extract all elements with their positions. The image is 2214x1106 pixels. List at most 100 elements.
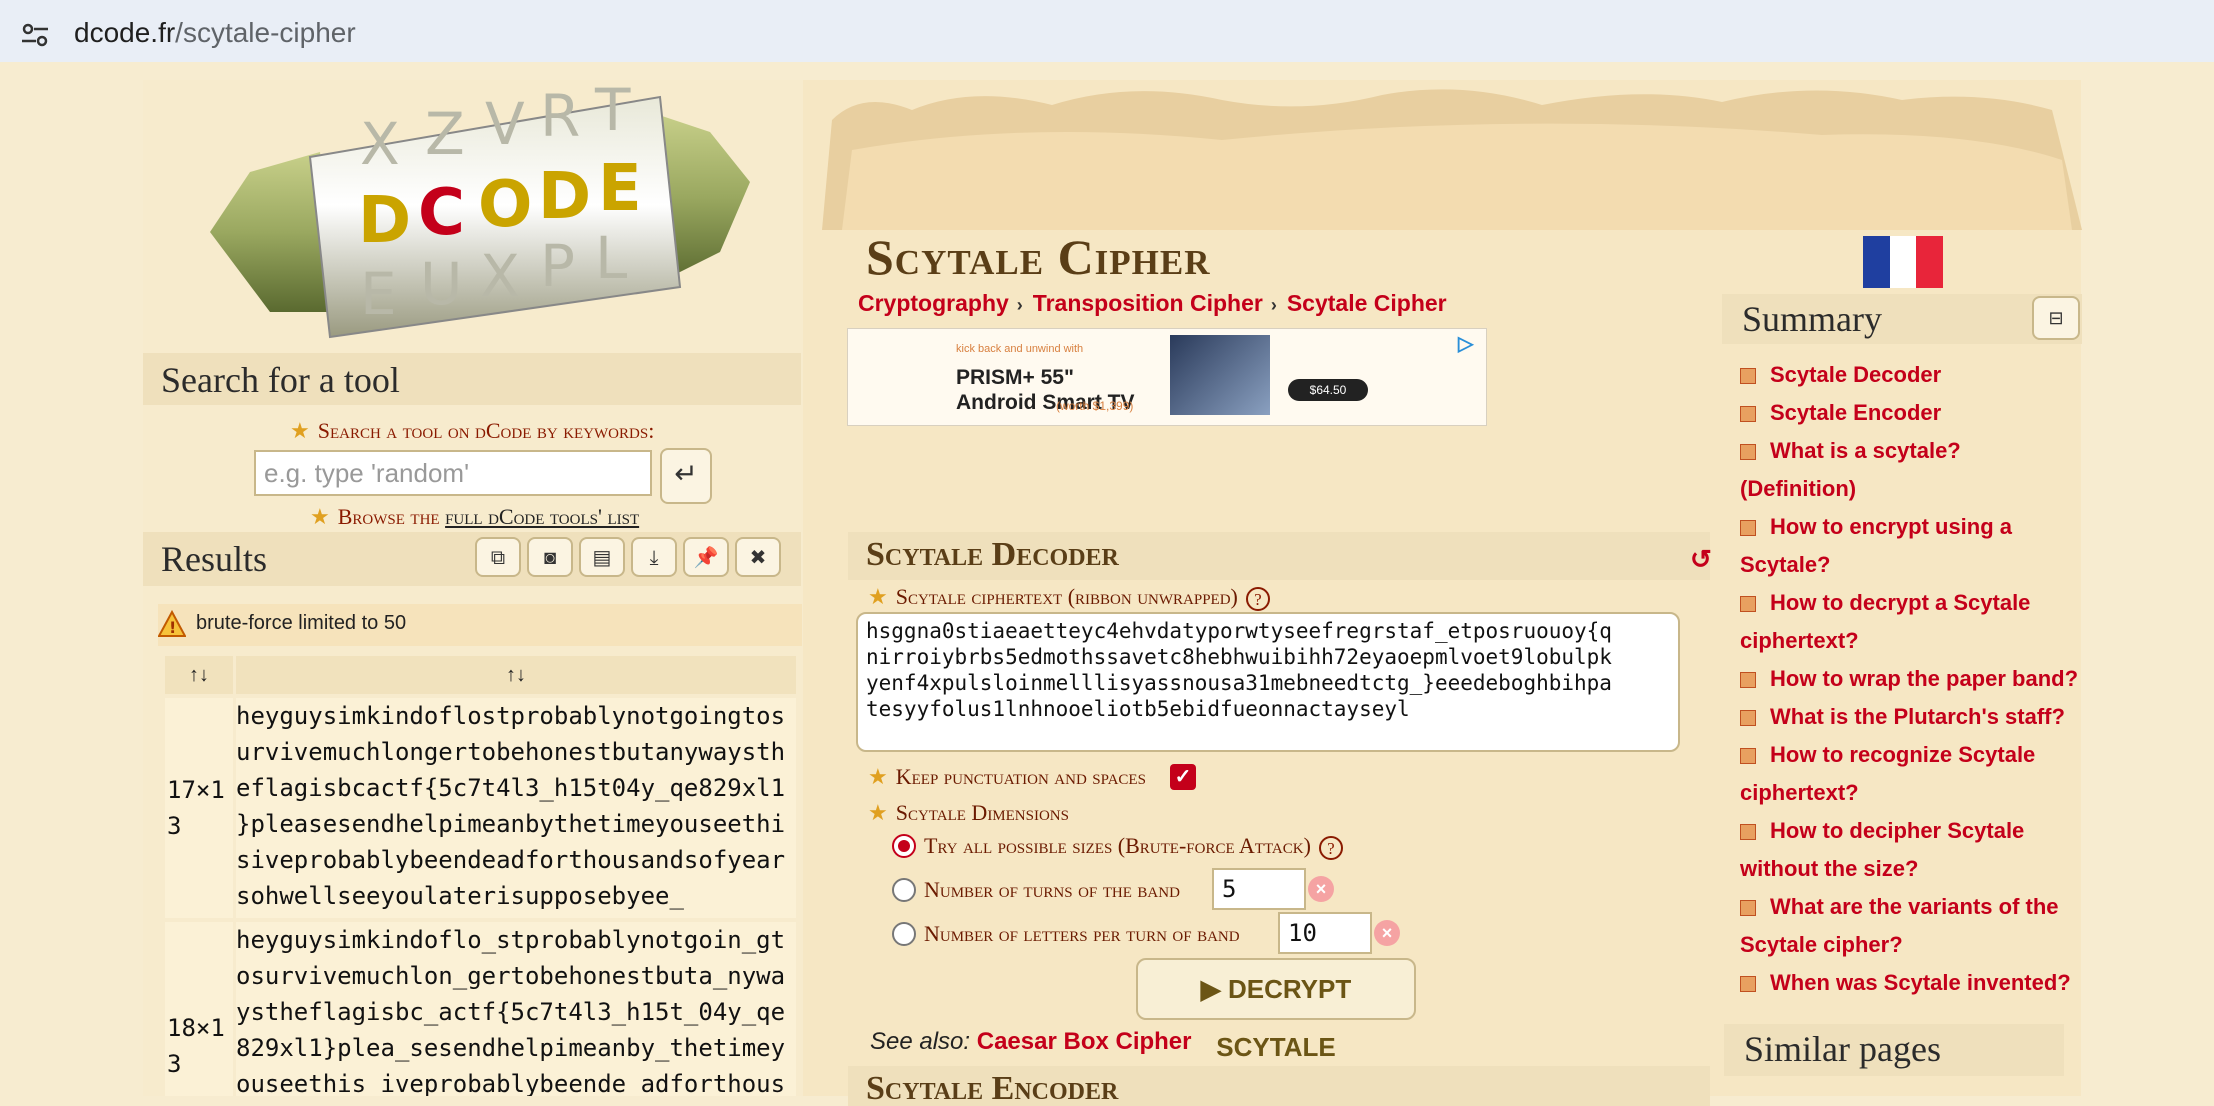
summary-link[interactable]: Scytale Decoder: [1740, 356, 2080, 394]
help-icon[interactable]: ?: [1245, 586, 1270, 611]
summary-link[interactable]: How to recognize Scytale ciphertext?: [1740, 736, 2080, 812]
letters-radio[interactable]: [892, 922, 916, 946]
bullet-icon: [1740, 596, 1756, 613]
star-icon: ★: [868, 764, 888, 789]
result-text[interactable]: heyguysimkindoflostprobablynotgoingtos u…: [236, 698, 796, 918]
keep-punct-label: ★ Keep punctuation and spaces: [868, 764, 1146, 790]
search-submit-button[interactable]: ↵: [660, 448, 712, 504]
ciphertext-label: ★ Scytale ciphertext (ribbon unwrapped)?: [868, 584, 1270, 611]
similar-heading: Similar pages: [1744, 1029, 1941, 1069]
breadcrumb-cryptography[interactable]: Cryptography: [858, 290, 1009, 316]
parchment-decoration: [822, 89, 2082, 230]
browse-prefix: Browse the: [337, 504, 440, 529]
close-results-button[interactable]: ✖: [735, 537, 781, 577]
sort-size-header[interactable]: ↑↓: [165, 656, 233, 694]
browse-tools: ★ Browse the full dCode tools' list: [310, 504, 639, 530]
ciphertext-input[interactable]: hsggna0stiaeaetteyc4ehvdatyporwtyseefreg…: [856, 612, 1680, 752]
result-text[interactable]: heyguysimkindoflo_stprobablynotgoin_gt o…: [236, 922, 796, 1096]
warning-banner: ! brute-force limited to 50: [158, 604, 802, 646]
camera-icon: ◙: [543, 547, 557, 569]
brute-force-label[interactable]: Try all possible sizes (Brute-force Atta…: [924, 833, 1343, 860]
summary-link-text: What are the variants of the Scytale cip…: [1740, 894, 2059, 957]
summary-link[interactable]: How to decipher Scytale without the size…: [1740, 812, 2080, 888]
url-path: /scytale-cipher: [175, 17, 356, 48]
decrypt-button[interactable]: ▶ DECRYPT SCYTALE: [1136, 958, 1416, 1062]
breadcrumb-transposition[interactable]: Transposition Cipher: [1033, 290, 1263, 316]
site-settings-icon[interactable]: [18, 18, 52, 52]
summary-heading: Summary: [1742, 299, 1882, 339]
encoder-header: Scytale Encoder: [848, 1066, 1710, 1106]
search-label-text: Search a tool on dCode by keywords:: [317, 418, 655, 443]
svg-text:Z: Z: [425, 100, 465, 168]
reset-icon[interactable]: ↺: [1690, 544, 1712, 575]
svg-text:L: L: [595, 224, 627, 292]
print-button[interactable]: ▤: [579, 537, 625, 577]
svg-text:E: E: [598, 152, 642, 226]
summary-link-text: What is a scytale? (Definition): [1740, 438, 1961, 501]
breadcrumb-scytale[interactable]: Scytale Cipher: [1287, 290, 1447, 316]
sort-icon: ↑↓: [189, 664, 209, 686]
warning-icon: !: [158, 610, 186, 637]
page-title: Scytale Cipher: [866, 229, 1211, 285]
keep-punct-checkbox[interactable]: ✓: [1170, 764, 1196, 790]
dcode-logo[interactable]: XZVRT EUXPL D C O D E: [210, 82, 750, 352]
copy-button[interactable]: ⧉: [475, 537, 521, 577]
download-button[interactable]: ⤓: [631, 537, 677, 577]
summary-link-text: How to decipher Scytale without the size…: [1740, 818, 2025, 881]
bullet-icon: [1740, 368, 1756, 385]
svg-text:T: T: [594, 82, 631, 144]
summary-link[interactable]: What is the Plutarch's staff?: [1740, 698, 2080, 736]
letters-input[interactable]: 10: [1278, 912, 1372, 954]
see-also-link[interactable]: Caesar Box Cipher: [977, 1028, 1192, 1055]
svg-text:!: !: [169, 618, 176, 637]
warning-text: brute-force limited to 50: [196, 612, 407, 634]
search-heading: Search for a tool: [161, 360, 400, 400]
summary-header: Summary: [1722, 294, 2082, 344]
svg-text:D: D: [538, 160, 591, 234]
turns-input[interactable]: 5: [1212, 868, 1306, 910]
screenshot-button[interactable]: ◙: [527, 537, 573, 577]
logo-letter: D: [358, 184, 411, 258]
summary-link[interactable]: When was Scytale invented?: [1740, 964, 2080, 1002]
ciphertext-label-text: Scytale ciphertext (ribbon unwrapped): [895, 584, 1238, 609]
pin-button[interactable]: 📌: [683, 537, 729, 577]
clear-letters-icon[interactable]: ×: [1374, 920, 1400, 946]
search-input[interactable]: e.g. type 'random': [254, 450, 652, 496]
decoder-heading: Scytale Decoder: [866, 536, 1119, 573]
adchoices-icon[interactable]: ▷: [1458, 331, 1484, 357]
turns-radio[interactable]: [892, 878, 916, 902]
bullet-icon: [1740, 672, 1756, 689]
see-also: See also: Caesar Box Cipher: [870, 1028, 1192, 1056]
clear-turns-icon[interactable]: ×: [1308, 876, 1334, 902]
brute-force-radio[interactable]: [892, 834, 916, 858]
help-icon[interactable]: ?: [1318, 835, 1343, 860]
url-text[interactable]: dcode.fr/scytale-cipher: [74, 17, 356, 49]
summary-link[interactable]: What are the variants of the Scytale cip…: [1740, 888, 2080, 964]
advertisement-banner[interactable]: kick back and unwind with PRISM+ 55" And…: [847, 328, 1487, 426]
result-size: 18×1 3: [165, 922, 233, 1096]
sort-text-header[interactable]: ↑↓: [236, 656, 796, 694]
svg-text:O: O: [478, 168, 532, 242]
summary-link-text: How to wrap the paper band?: [1770, 666, 2079, 691]
bullet-icon: [1740, 748, 1756, 765]
decoder-header: Scytale Decoder: [848, 532, 1710, 580]
summary-link[interactable]: How to decrypt a Scytale ciphertext?: [1740, 584, 2080, 660]
summary-link[interactable]: Scytale Encoder: [1740, 394, 2080, 432]
breadcrumb: Cryptography › Transposition Cipher › Scytal…: [858, 290, 1447, 317]
copy-icon: ⧉: [490, 547, 506, 569]
french-flag-icon[interactable]: [1863, 236, 1944, 288]
collapse-summary-button[interactable]: ⊟: [2032, 296, 2080, 340]
summary-link-text: When was Scytale invented?: [1770, 970, 2071, 995]
star-icon: ★: [868, 800, 888, 825]
svg-text:U: U: [420, 250, 462, 318]
browse-tools-link[interactable]: full dCode tools' list: [445, 504, 639, 529]
play-icon: ▶: [1200, 974, 1228, 1004]
letters-label[interactable]: Number of letters per turn of band: [924, 921, 1240, 947]
summary-link[interactable]: What is a scytale? (Definition): [1740, 432, 2080, 508]
url-pill[interactable]: dcode.fr/scytale-cipher: [0, 4, 2214, 58]
summary-link[interactable]: How to wrap the paper band?: [1740, 660, 2080, 698]
turns-label[interactable]: Number of turns of the band: [924, 877, 1180, 903]
print-icon: ▤: [592, 547, 612, 569]
summary-link-text: How to encrypt using a Scytale?: [1740, 514, 2013, 577]
summary-link[interactable]: How to encrypt using a Scytale?: [1740, 508, 2080, 584]
